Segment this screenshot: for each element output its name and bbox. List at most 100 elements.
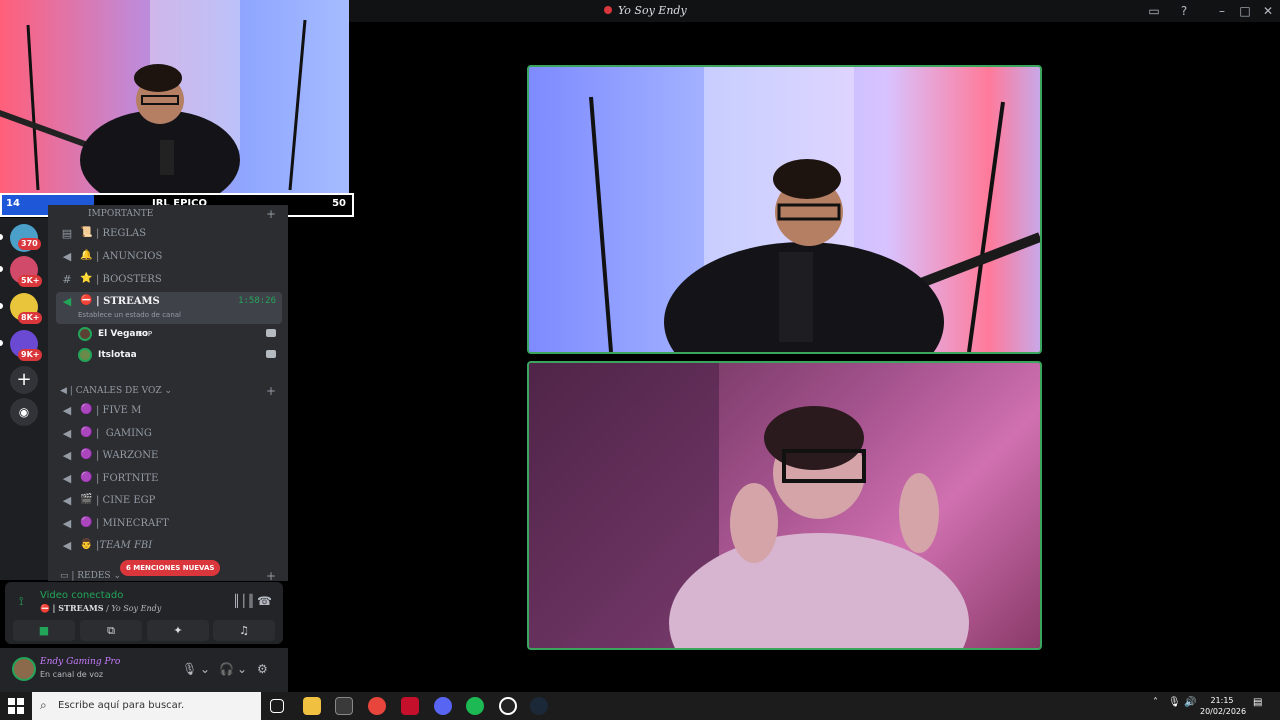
camera-button[interactable]: ■ bbox=[13, 620, 75, 641]
microphone-icon[interactable]: 🎙 bbox=[1168, 697, 1181, 708]
channel-name: | ANUNCIOS bbox=[96, 251, 163, 262]
video-tile-streamer[interactable] bbox=[527, 65, 1042, 354]
voice-location[interactable]: ⛔ | STREAMS / Yo Soy Endy bbox=[40, 603, 161, 613]
add-channel-icon[interactable]: + bbox=[266, 569, 276, 581]
channel-list: IMPORTANTE + ▤ 📜 | REGLAS ◀ 🔔 | ANUNCIOS … bbox=[48, 205, 288, 581]
channel-reglas[interactable]: ▤ 📜 | REGLAS bbox=[56, 224, 282, 244]
speaker-icon: ◀ bbox=[62, 449, 72, 462]
minimize-button[interactable]: – bbox=[1214, 3, 1230, 19]
app-icon[interactable] bbox=[401, 697, 419, 715]
activities-button[interactable]: ✦ bbox=[147, 620, 209, 641]
camera-icon bbox=[266, 350, 276, 358]
user-tag: EGP bbox=[138, 330, 153, 338]
discord-icon[interactable] bbox=[434, 697, 452, 715]
channel-name: | CINE EGP bbox=[96, 495, 156, 506]
category-redes[interactable]: ▭ | REDES ⌄ + bbox=[60, 569, 276, 581]
task-view-icon[interactable] bbox=[270, 699, 284, 713]
microphone-icon[interactable]: 🎙 bbox=[182, 662, 197, 676]
user-panel: Endy Gaming Pro En canal de voz 🎙 ⌄ 🎧 ⌄ … bbox=[0, 648, 288, 692]
category-important[interactable]: IMPORTANTE + bbox=[88, 207, 276, 221]
user-name: Itslotaa bbox=[98, 350, 137, 360]
new-mentions-badge[interactable]: 6 MENCIONES NUEVAS bbox=[120, 560, 221, 576]
steam-icon[interactable] bbox=[530, 697, 548, 715]
channel-name: | STREAMS bbox=[96, 296, 160, 307]
voice-user[interactable]: Itslotaa bbox=[76, 347, 282, 365]
channel-voice[interactable]: ◀ 👨 |TEAM FBI bbox=[56, 536, 282, 556]
server-badge-1: 370 bbox=[18, 238, 41, 250]
unread-pill bbox=[0, 340, 3, 346]
chevron-down-icon[interactable]: ⌄ bbox=[200, 662, 210, 676]
channel-streams[interactable]: ◀ ⛔ | STREAMS 1:58:26 Establece un estad… bbox=[56, 292, 282, 324]
category-voice[interactable]: ◀ | CANALES DE VOZ ⌄ + bbox=[60, 384, 276, 398]
channel-status-prompt[interactable]: Establece un estado de canal bbox=[78, 311, 181, 319]
voice-status[interactable]: Video conectado bbox=[40, 590, 123, 601]
file-explorer-icon[interactable] bbox=[303, 697, 321, 715]
channel-emoji: 📜 bbox=[80, 227, 93, 238]
volume-icon[interactable]: 🔊 bbox=[1184, 697, 1196, 708]
system-clock[interactable]: 21:15 20/02/2026 bbox=[1200, 695, 1246, 717]
channel-boosters[interactable]: # ⭐ | BOOSTERS bbox=[56, 270, 282, 290]
gear-icon[interactable]: ⚙ bbox=[257, 662, 268, 676]
channel-name: | BOOSTERS bbox=[96, 274, 162, 285]
category-label: CANALES DE VOZ bbox=[75, 386, 162, 396]
help-icon[interactable]: ? bbox=[1176, 3, 1192, 19]
discover-icon[interactable]: ◉ bbox=[10, 398, 38, 426]
channel-voice[interactable]: ◀ 🎬 | CINE EGP bbox=[56, 491, 282, 511]
avatar[interactable] bbox=[12, 657, 36, 681]
channel-emoji: 🟣 bbox=[80, 449, 93, 460]
avatar bbox=[78, 327, 92, 341]
windows-start-icon[interactable] bbox=[8, 698, 24, 714]
voice-user[interactable]: El Vegano EGP bbox=[76, 326, 282, 344]
chevron-up-icon[interactable]: ˄ bbox=[1153, 697, 1158, 708]
goal-target: 50 bbox=[332, 198, 346, 209]
maximize-button[interactable]: □ bbox=[1237, 3, 1253, 19]
channel-emoji: 👨 bbox=[80, 539, 93, 550]
voice-channel-name: | STREAMS bbox=[52, 603, 104, 613]
channel-voice[interactable]: ◀ 🟣 | GAMING bbox=[56, 424, 282, 444]
chrome-icon[interactable] bbox=[368, 697, 386, 715]
channel-name: | WARZONE bbox=[96, 450, 159, 461]
chevron-down-icon[interactable]: ⌄ bbox=[237, 662, 247, 676]
avatar bbox=[78, 348, 92, 362]
channel-emoji: 🟣 bbox=[80, 404, 93, 415]
channel-voice[interactable]: ◀ 🟣 | MINECRAFT bbox=[56, 514, 282, 534]
noise-suppression-icon[interactable]: ║│║ bbox=[233, 594, 255, 608]
call-timer: 1:58:26 bbox=[238, 296, 276, 306]
video-tile-guest[interactable] bbox=[527, 361, 1042, 650]
channel-anuncios[interactable]: ◀ 🔔 | ANUNCIOS bbox=[56, 247, 282, 267]
spotify-icon[interactable] bbox=[466, 697, 484, 715]
channel-voice[interactable]: ◀ 🟣 | WARZONE bbox=[56, 446, 282, 466]
obs-icon[interactable] bbox=[499, 697, 517, 715]
hash-icon: # bbox=[62, 273, 72, 286]
category-label: REDES bbox=[77, 571, 111, 581]
soundboard-button[interactable]: ♫ bbox=[213, 620, 275, 641]
add-server-button[interactable]: + bbox=[10, 366, 38, 394]
screen-share-button[interactable]: ⧉ bbox=[80, 620, 142, 641]
speaker-icon: ◀ bbox=[62, 404, 72, 417]
headphones-icon[interactable]: 🎧 bbox=[219, 662, 234, 676]
inbox-icon[interactable]: ▭ bbox=[1146, 3, 1162, 19]
discord-app: Yo Soy Endy ▭ ? – □ ✕ 14 IRL EPICO 50 37… bbox=[0, 0, 1280, 720]
disconnect-icon[interactable]: ☎ bbox=[257, 594, 272, 608]
add-channel-icon[interactable]: + bbox=[266, 384, 276, 398]
add-channel-icon[interactable]: + bbox=[266, 207, 276, 221]
channel-name: | MINECRAFT bbox=[96, 518, 169, 529]
announcement-icon: ◀ bbox=[62, 250, 72, 263]
signal-icon: ⟟ bbox=[19, 594, 24, 608]
streamer-camera-overlay bbox=[0, 0, 349, 193]
notifications-icon[interactable]: ▤ bbox=[1253, 697, 1262, 708]
user-name[interactable]: Endy Gaming Pro bbox=[40, 657, 120, 667]
channel-emoji: 🟣 bbox=[80, 472, 93, 483]
close-button[interactable]: ✕ bbox=[1260, 3, 1276, 19]
unread-pill bbox=[0, 266, 3, 272]
store-icon[interactable] bbox=[335, 697, 353, 715]
taskbar-search[interactable]: ⌕ Escribe aquí para buscar. bbox=[32, 692, 261, 720]
channel-voice[interactable]: ◀ 🟣 | FORTNITE bbox=[56, 469, 282, 489]
channel-emoji: ⭐ bbox=[80, 273, 93, 284]
server-list: 370 5K+ 8K+ 9K+ + ◉ bbox=[0, 218, 48, 580]
goal-current: 14 bbox=[6, 198, 20, 209]
channel-name: | REGLAS bbox=[96, 228, 147, 239]
taskbar: ⌕ Escribe aquí para buscar. ˄ 🎙 🔊 21:15 … bbox=[0, 692, 1280, 720]
channel-voice[interactable]: ◀ 🟣 | FIVE M bbox=[56, 401, 282, 421]
channel-name: | FIVE M bbox=[96, 405, 142, 416]
